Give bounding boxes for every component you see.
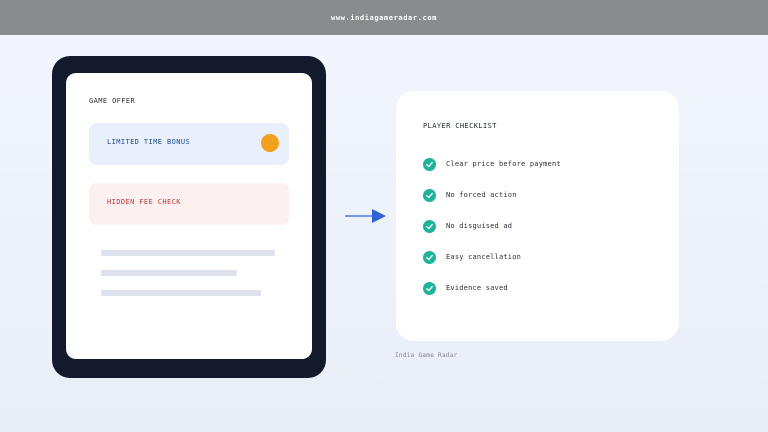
checklist-item: No disguised ad: [423, 219, 512, 233]
check-icon: [423, 157, 436, 171]
hidden-fee-check-card[interactable]: HIDDEN FEE CHECK: [89, 183, 289, 225]
placeholder-text-line: [101, 290, 261, 296]
checklist-item-label: Clear price before payment: [446, 160, 561, 168]
check-icon: [423, 219, 436, 233]
site-url[interactable]: www.indiagameradar.com: [331, 14, 437, 22]
checklist-item-label: Evidence saved: [446, 284, 508, 292]
player-checklist-card: PLAYER CHECKLIST Clear price before paym…: [396, 91, 679, 341]
check-icon: [423, 281, 436, 295]
checklist-item-label: No forced action: [446, 191, 517, 199]
check-icon: [423, 250, 436, 264]
check-icon: [423, 188, 436, 202]
placeholder-text-line: [101, 250, 275, 256]
checklist-item-label: Easy cancellation: [446, 253, 522, 261]
limited-time-bonus-card[interactable]: LIMITED TIME BONUS: [89, 123, 289, 165]
phone-screen: GAME OFFER LIMITED TIME BONUS HIDDEN FEE…: [66, 73, 312, 359]
right-arrow-icon: [345, 209, 386, 223]
source-credit: India Game Radar: [395, 352, 458, 359]
phone-mockup: GAME OFFER LIMITED TIME BONUS HIDDEN FEE…: [52, 56, 326, 378]
fee-label: HIDDEN FEE CHECK: [107, 198, 181, 206]
checklist-item: Easy cancellation: [423, 250, 521, 264]
checklist-item: Evidence saved: [423, 281, 508, 295]
bonus-label: LIMITED TIME BONUS: [107, 138, 191, 146]
checklist-item: Clear price before payment: [423, 157, 561, 171]
bonus-coin-icon: [261, 134, 279, 152]
game-offer-title: GAME OFFER: [89, 97, 136, 105]
checklist-title: PLAYER CHECKLIST: [423, 122, 497, 130]
checklist-item-label: No disguised ad: [446, 222, 513, 230]
checklist-item: No forced action: [423, 188, 517, 202]
placeholder-text-line: [101, 270, 237, 276]
top-bar: www.indiagameradar.com: [0, 0, 768, 35]
